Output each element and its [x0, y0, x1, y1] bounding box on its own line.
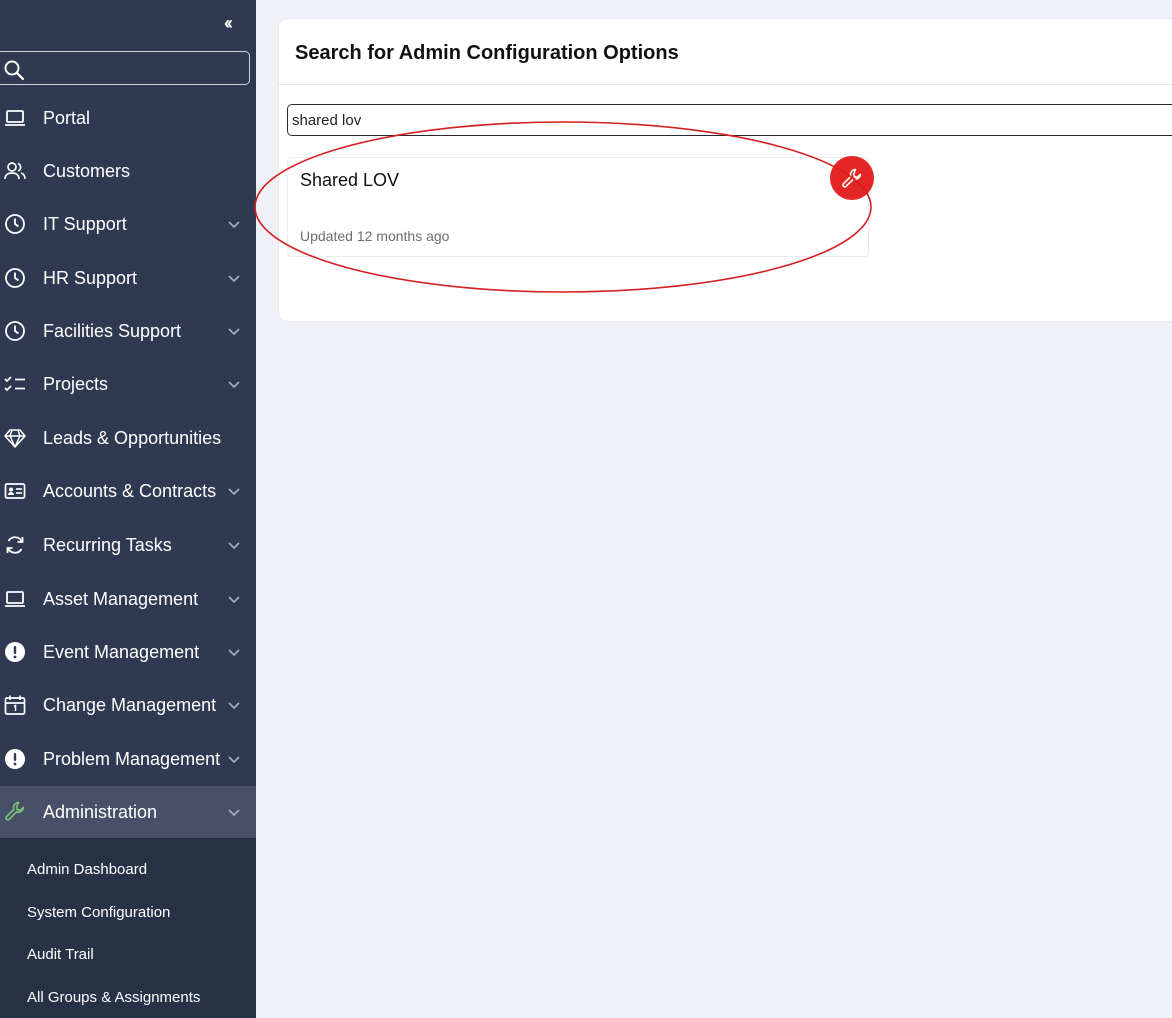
- sidebar-item-label: Accounts & Contracts: [43, 481, 217, 501]
- search-result-card[interactable]: Shared LOV Updated 12 months ago: [287, 156, 874, 257]
- sidebar-item-administration[interactable]: Administration: [0, 786, 256, 838]
- sidebar-item-label: Administration: [43, 802, 158, 822]
- chevron-down-icon: [228, 702, 240, 710]
- sidebar-item-event-management[interactable]: Event Management: [0, 628, 256, 676]
- sidebar-item-recurring-tasks[interactable]: Recurring Tasks: [0, 521, 256, 569]
- chevron-down-icon: [228, 596, 240, 604]
- calendar-icon: [4, 695, 26, 715]
- chevron-down-icon: [228, 542, 240, 550]
- admin-search-input[interactable]: [292, 108, 1172, 132]
- submenu-item-all-groups-assignments[interactable]: All Groups & Assignments: [27, 989, 200, 1006]
- sidebar: ‹‹ Portal Customers IT Support HR Suppor…: [0, 0, 256, 1018]
- laptop-icon: [5, 110, 25, 126]
- admin-search-card: Search for Admin Configuration Options S…: [278, 18, 1172, 322]
- sidebar-item-projects[interactable]: Projects: [0, 360, 256, 408]
- chevron-down-icon: [228, 221, 240, 229]
- sidebar-item-label: Portal: [43, 108, 91, 128]
- clock-icon: [5, 321, 25, 341]
- search-icon: [4, 60, 25, 81]
- sidebar-item-label: Recurring Tasks: [43, 535, 172, 555]
- sidebar-search[interactable]: [0, 51, 250, 85]
- wrench-icon: [5, 801, 25, 821]
- submenu-item-audit-trail[interactable]: Audit Trail: [27, 946, 94, 963]
- sidebar-item-label: Leads & Opportunities: [43, 428, 222, 448]
- sidebar-item-label: Change Management: [43, 695, 217, 715]
- sidebar-item-label: Facilities Support: [43, 321, 182, 341]
- sidebar-item-label: Problem Management: [43, 749, 221, 769]
- diamond-icon: [4, 429, 26, 448]
- sidebar-item-label: IT Support: [43, 214, 127, 234]
- sidebar-item-label: Asset Management: [43, 589, 199, 609]
- collapse-sidebar-button[interactable]: ‹‹: [224, 13, 246, 33]
- chevron-down-icon: [228, 328, 240, 336]
- sidebar-item-change-management[interactable]: Change Management: [0, 681, 256, 729]
- sidebar-item-leads-opportunities[interactable]: Leads & Opportunities: [0, 414, 256, 462]
- result-updated-time: Updated 12 months ago: [300, 228, 450, 244]
- chevron-down-icon: [228, 649, 240, 657]
- chevron-down-icon: [228, 756, 240, 764]
- submenu-item-admin-dashboard[interactable]: Admin Dashboard: [27, 861, 147, 878]
- sidebar-item-facilities-support[interactable]: Facilities Support: [0, 307, 256, 355]
- result-title: Shared LOV: [300, 170, 400, 190]
- sidebar-item-label: HR Support: [43, 268, 138, 288]
- sidebar-item-customers[interactable]: Customers: [0, 147, 256, 195]
- divider: [279, 84, 1172, 85]
- result-badge: [830, 156, 874, 200]
- laptop-icon: [5, 591, 25, 607]
- sidebar-item-it-support[interactable]: IT Support: [0, 200, 256, 248]
- admin-search-field[interactable]: [287, 104, 1172, 136]
- refresh-icon: [6, 536, 24, 554]
- administration-submenu: Admin Dashboard System Configuration Aud…: [0, 838, 256, 1018]
- checklist-icon: [4, 376, 25, 392]
- clock-icon: [5, 214, 25, 234]
- alert-circle-icon: [5, 749, 25, 769]
- sidebar-item-problem-management[interactable]: Problem Management: [0, 735, 256, 783]
- chevron-down-icon: [228, 488, 240, 496]
- chevron-down-icon: [228, 275, 240, 283]
- sidebar-item-label: Customers: [43, 161, 131, 181]
- sidebar-item-accounts-contracts[interactable]: Accounts & Contracts: [0, 467, 256, 515]
- clock-icon: [5, 268, 25, 288]
- alert-circle-icon: [5, 642, 25, 662]
- sidebar-item-label: Projects: [43, 374, 109, 394]
- chevron-down-icon: [228, 809, 240, 817]
- chevron-down-icon: [228, 381, 240, 389]
- sidebar-item-asset-management[interactable]: Asset Management: [0, 575, 256, 623]
- sidebar-item-hr-support[interactable]: HR Support: [0, 254, 256, 302]
- sidebar-item-portal[interactable]: Portal: [0, 94, 256, 142]
- submenu-item-system-configuration[interactable]: System Configuration: [27, 904, 170, 921]
- id-card-icon: [4, 483, 26, 499]
- wrench-icon: [842, 168, 862, 188]
- sidebar-search-input[interactable]: [29, 52, 243, 84]
- users-icon: [4, 162, 26, 180]
- page-title: Search for Admin Configuration Options: [295, 42, 679, 64]
- sidebar-item-label: Event Management: [43, 642, 200, 662]
